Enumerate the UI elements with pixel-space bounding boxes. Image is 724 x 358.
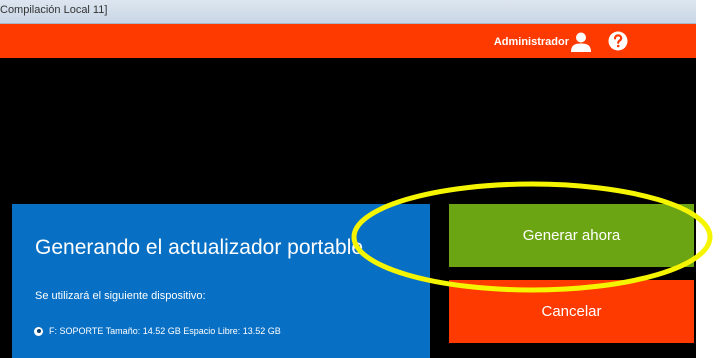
cancel-button[interactable]: Cancelar: [449, 280, 694, 343]
panel-heading: Generando el actualizador portable: [35, 236, 364, 259]
device-label: F: SOPORTE Tamaño: 14.52 GB Espacio Libr…: [49, 326, 281, 336]
header-bar: Administrador: [0, 24, 696, 58]
device-radio-button[interactable]: [34, 326, 43, 336]
window-titlebar: Compilación Local 11]: [0, 0, 696, 24]
generate-now-button[interactable]: Generar ahora: [449, 204, 694, 267]
help-icon[interactable]: [608, 31, 628, 51]
radio-selected-dot: [36, 329, 41, 333]
portable-updater-panel: Generando el actualizador portable Se ut…: [12, 204, 430, 358]
device-prompt-text: Se utilizará el siguiente dispositivo:: [35, 290, 206, 302]
window-title: Compilación Local 11]: [0, 4, 108, 16]
app-window: Compilación Local 11] Administrador Gene…: [0, 0, 696, 358]
user-icon[interactable]: [570, 31, 592, 53]
screenshot-stage: Compilación Local 11] Administrador Gene…: [0, 0, 724, 358]
user-name[interactable]: Administrador: [494, 36, 569, 48]
device-option[interactable]: F: SOPORTE Tamaño: 14.52 GB Espacio Libr…: [34, 324, 281, 338]
